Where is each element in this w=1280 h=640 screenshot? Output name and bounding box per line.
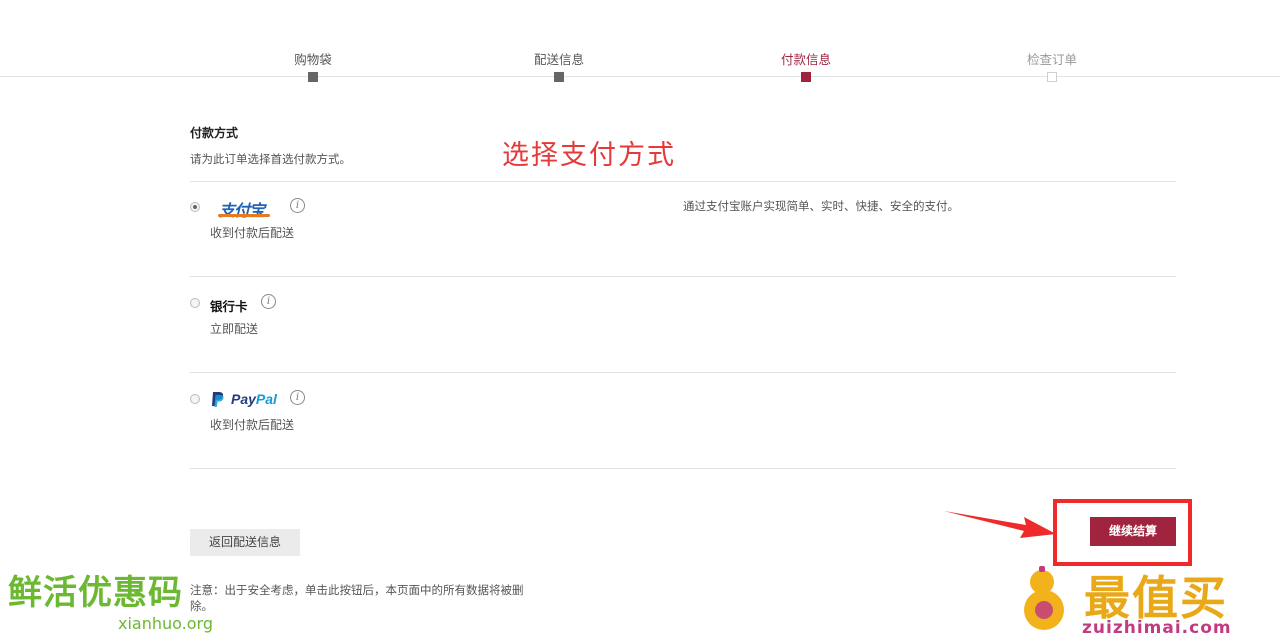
step-bag-marker bbox=[308, 72, 318, 82]
annotation-arrow-icon bbox=[944, 511, 1056, 538]
step-payment-marker bbox=[801, 72, 811, 82]
alipay-radio[interactable] bbox=[190, 202, 200, 212]
watermark-xianhuo-text: 鲜活优惠码 bbox=[8, 573, 183, 613]
step-bag: 购物袋 bbox=[253, 51, 373, 82]
watermark-xianhuo-cn: 鲜活优惠码 bbox=[8, 573, 183, 613]
alipay-info-icon[interactable]: i bbox=[290, 198, 305, 213]
bankcard-label: 银行卡 bbox=[210, 299, 248, 314]
annotation-text: 选择支付方式 bbox=[502, 140, 676, 171]
bankcard-shipping-text: 立即配送 bbox=[210, 322, 259, 336]
step-review-marker bbox=[1047, 72, 1057, 82]
step-review: 检查订单 bbox=[992, 51, 1112, 82]
back-to-shipping-button[interactable]: 返回配送信息 bbox=[190, 529, 300, 556]
bankcard-radio[interactable] bbox=[190, 298, 200, 308]
paypal-info-icon[interactable]: i bbox=[290, 390, 305, 405]
alipay-shipping-text: 收到付款后配送 bbox=[210, 226, 295, 240]
paypal-logo-pay: Pay bbox=[231, 391, 256, 407]
step-shipping: 配送信息 bbox=[499, 51, 619, 82]
divider bbox=[190, 468, 1176, 469]
security-note: 注意：出于安全考虑，单击此按钮后，本页面中的所有数据将被删除。 bbox=[190, 583, 524, 613]
paypal-p-icon bbox=[212, 392, 224, 407]
divider bbox=[190, 372, 1176, 373]
alipay-logo-icon: 支付宝 bbox=[219, 201, 265, 220]
continue-checkout-button[interactable]: 继续结算 bbox=[1090, 517, 1176, 546]
step-shipping-label: 配送信息 bbox=[533, 52, 584, 67]
alipay-logo-swoosh bbox=[218, 214, 270, 217]
paypal-logo-icon: PayPal bbox=[231, 391, 277, 407]
watermark-xianhuo: 鲜活优惠码 xianhuo.org bbox=[8, 573, 213, 633]
step-bag-label: 购物袋 bbox=[294, 52, 332, 67]
paypal-shipping-text: 收到付款后配送 bbox=[210, 418, 295, 432]
paypal-logo-pal: Pal bbox=[255, 391, 277, 407]
divider bbox=[190, 181, 1176, 182]
step-review-label: 检查订单 bbox=[1026, 52, 1077, 67]
step-shipping-marker bbox=[554, 72, 564, 82]
paypal-radio[interactable] bbox=[190, 394, 200, 404]
payment-method-title: 付款方式 bbox=[190, 126, 239, 140]
gourd-logo-icon bbox=[1024, 566, 1064, 630]
alipay-description: 通过支付宝账户实现简单、实时、快捷、安全的支付。 bbox=[683, 199, 959, 213]
step-payment: 付款信息 bbox=[746, 51, 866, 82]
watermark-xianhuo-en: xianhuo.org bbox=[118, 614, 213, 633]
step-payment-label: 付款信息 bbox=[780, 52, 831, 67]
bankcard-info-icon[interactable]: i bbox=[261, 294, 276, 309]
payment-method-subtitle: 请为此订单选择首选付款方式。 bbox=[190, 152, 351, 166]
divider bbox=[190, 276, 1176, 277]
watermark-zuizhimai-en: zuizhimai.com bbox=[1082, 618, 1232, 638]
